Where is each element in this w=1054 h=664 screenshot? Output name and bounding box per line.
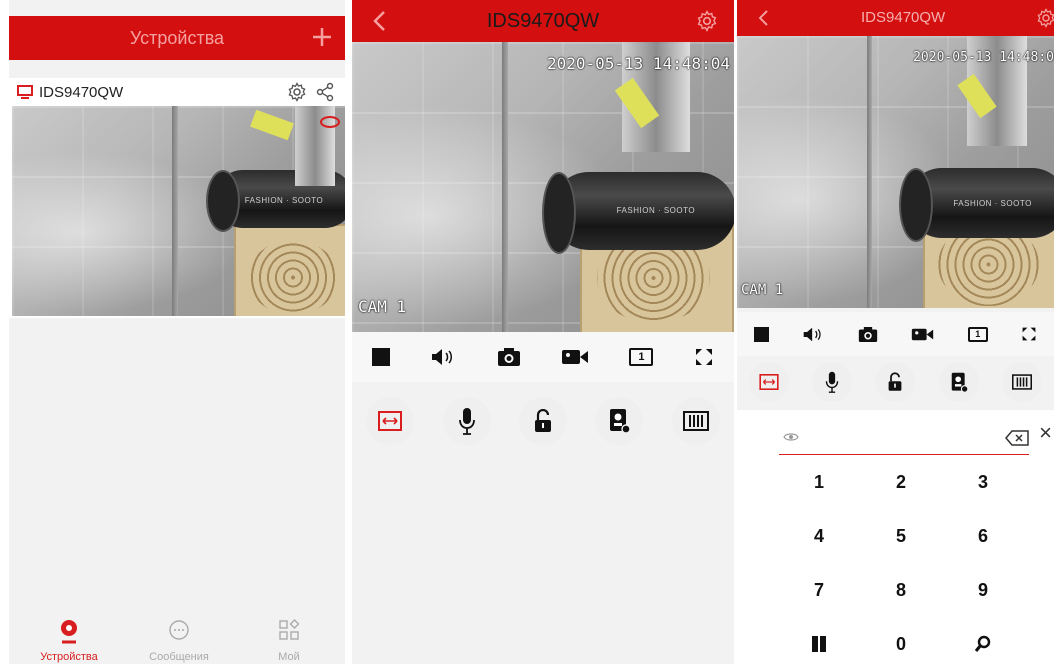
key-2[interactable]: 2 [861,462,941,502]
gear-icon[interactable] [1034,6,1054,30]
key-3[interactable]: 3 [943,462,1023,502]
gear-icon[interactable] [285,80,309,104]
control-bar: 1 [352,332,734,382]
keypad-panel: IDS9470QW FASHION · SOOTO 2020-05-13 14:… [737,0,1054,664]
camera-preview[interactable]: FASHION · SOOTO [12,106,345,316]
key-0[interactable]: 0 [861,624,941,664]
page-title: IDS9470QW [486,9,600,32]
video-timestamp: 2020-05-13 14:48:0 [913,50,1054,65]
plus-icon[interactable] [309,24,335,50]
devices-panel: Устройства IDS9470QW FASHION · SOOTO Уст… [9,0,345,664]
key-6[interactable]: 6 [943,516,1023,556]
keyboard-icon[interactable] [671,397,720,445]
eye-icon[interactable] [783,431,799,443]
chat-icon [167,618,191,642]
tab-bar: Устройства Сообщения Мой [9,618,345,664]
live-header: IDS9470QW [352,0,734,42]
stop-icon[interactable] [753,326,769,342]
share-icon[interactable] [313,80,337,104]
password-field[interactable] [779,424,1029,455]
layout-number: 1 [638,351,645,363]
camera-label: CAM 1 [741,282,784,298]
tab-label: Сообщения [149,651,209,663]
key-4[interactable]: 4 [779,516,859,556]
monitor-icon [17,85,33,99]
key-1[interactable]: 1 [779,462,859,502]
snapshot-icon[interactable] [497,347,521,367]
devices-header: Устройства [9,16,345,60]
unlock-icon[interactable] [518,397,567,445]
key-door[interactable] [779,624,859,664]
search-icon [974,635,991,652]
record-icon[interactable] [561,348,589,366]
backspace-icon[interactable] [1005,430,1029,446]
keypad-sheet: × 1 2 3 4 5 6 7 8 9 0 [737,410,1054,664]
fullscreen-icon[interactable] [694,347,714,367]
ptz-icon[interactable] [748,362,789,402]
device-name: IDS9470QW [39,83,124,101]
key-5[interactable]: 5 [861,516,941,556]
keyboard-icon[interactable] [1002,362,1043,402]
camera-label: CAM 1 [358,297,407,316]
microphone-icon[interactable] [442,397,491,445]
layout-icon[interactable]: 1 [629,348,654,366]
camera-icon [58,618,80,644]
layout-icon[interactable]: 1 [967,326,988,342]
snapshot-icon[interactable] [858,326,878,343]
keypad-header: IDS9470QW [737,0,1054,36]
doorbell-icon[interactable] [938,362,979,402]
doorbell-icon[interactable] [595,397,644,445]
key-8[interactable]: 8 [861,570,941,610]
speaker-icon[interactable] [430,347,456,367]
fullscreen-icon[interactable] [1021,326,1037,342]
live-video[interactable]: FASHION · SOOTO 2020-05-13 14:48:0 CAM 1 [737,36,1054,308]
action-bar [352,394,734,448]
live-view-panel: IDS9470QW FASHION · SOOTO 2020-05-13 14:… [352,0,734,664]
key-9[interactable]: 9 [943,570,1023,610]
page-title: Устройства [129,27,225,48]
tab-mine[interactable]: Мой [239,618,339,663]
keypad-grid: 1 2 3 4 5 6 7 8 9 0 [779,462,1029,662]
tab-label: Устройства [40,651,98,663]
key-7[interactable]: 7 [779,570,859,610]
action-bar [737,360,1054,404]
speaker-icon[interactable] [802,326,824,343]
page-title: IDS9470QW [861,9,946,26]
door-icon [812,636,826,652]
back-icon[interactable] [751,6,775,30]
gear-icon[interactable] [694,8,720,34]
layout-number: 1 [975,329,981,339]
device-card[interactable]: IDS9470QW FASHION · SOOTO [9,78,345,318]
record-icon[interactable] [911,327,934,342]
device-card-header: IDS9470QW [9,78,345,106]
close-keypad-icon[interactable]: × [1039,420,1052,446]
unlock-icon[interactable] [875,362,916,402]
tab-messages[interactable]: Сообщения [129,618,229,663]
control-bar: 1 [737,312,1054,356]
key-search[interactable] [943,624,1023,664]
tab-label: Мой [278,651,300,663]
alarm-icon [319,114,341,130]
microphone-icon[interactable] [812,362,853,402]
live-video[interactable]: FASHION · SOOTO 2020-05-13 14:48:04 CAM … [352,42,734,332]
ptz-icon[interactable] [366,397,415,445]
stop-icon[interactable] [372,348,391,366]
apps-icon [277,618,301,642]
back-icon[interactable] [366,8,392,34]
video-timestamp: 2020-05-13 14:48:04 [546,54,730,73]
tab-devices[interactable]: Устройства [19,618,119,663]
